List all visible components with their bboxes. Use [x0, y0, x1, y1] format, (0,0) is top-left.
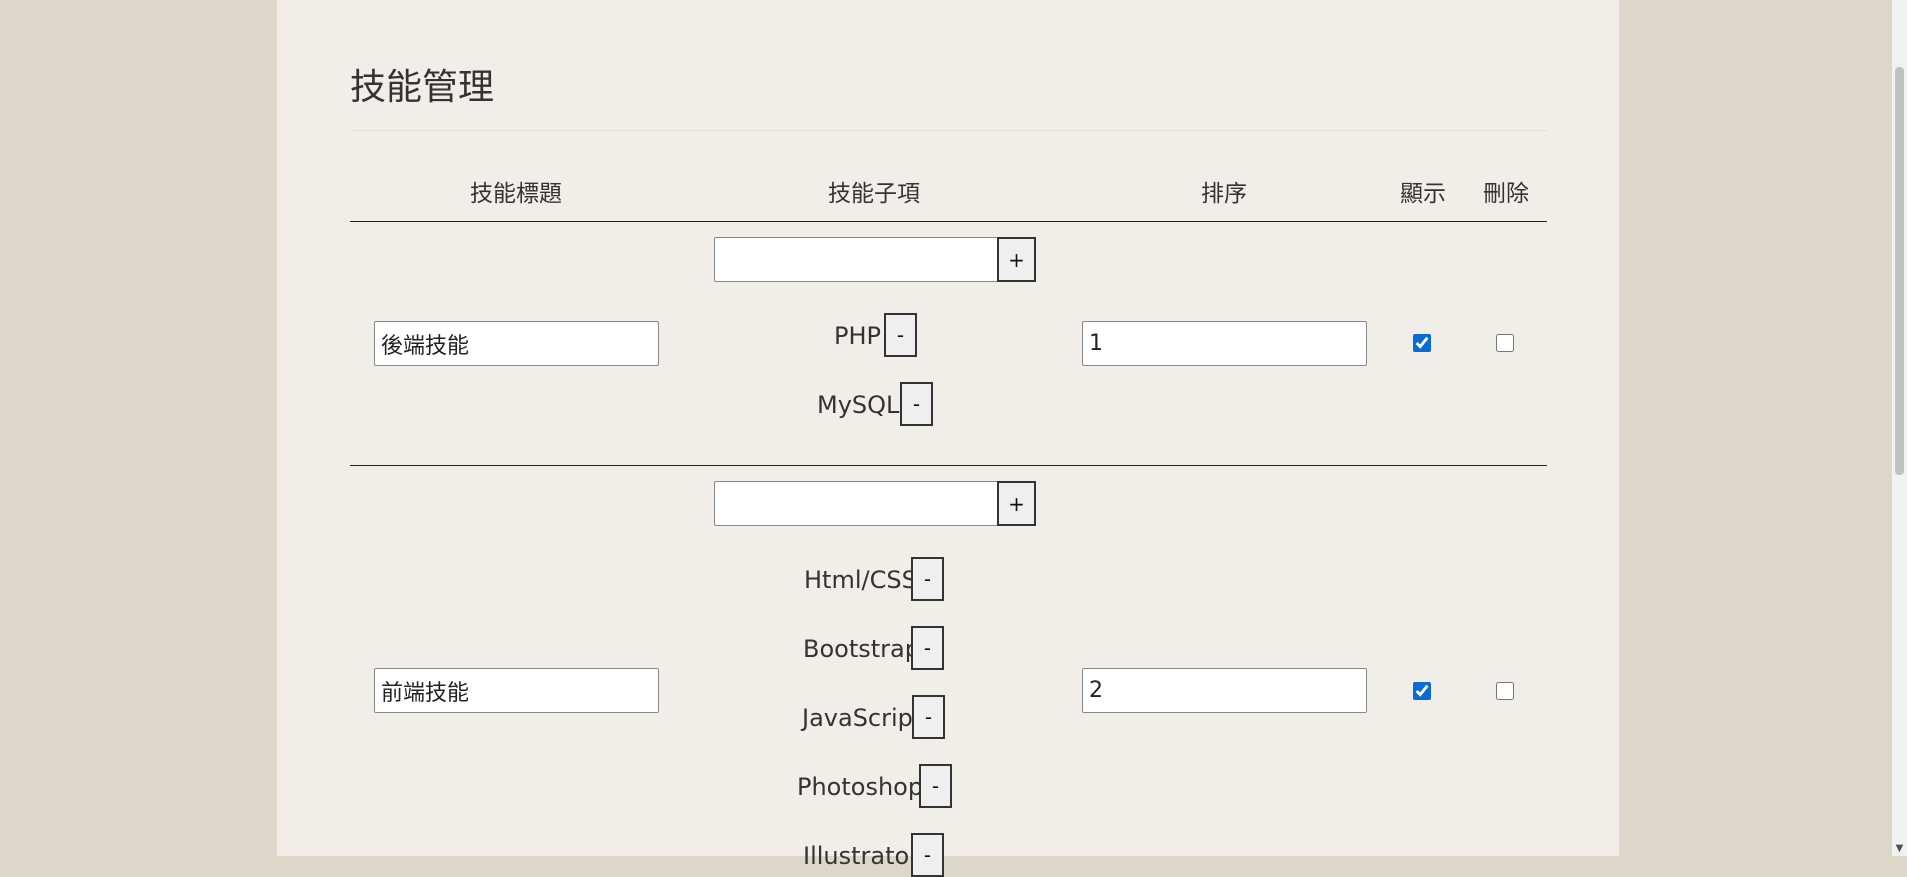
remove-item-button[interactable]: -: [911, 557, 944, 601]
remove-item-button[interactable]: -: [919, 764, 952, 808]
vertical-scrollbar[interactable]: ▼: [1892, 0, 1907, 856]
skill-item-label: Html/CSS: [804, 566, 917, 594]
header-delete: 刪除: [1483, 181, 1529, 207]
scrollbar-thumb[interactable]: [1895, 67, 1904, 475]
header-show: 顯示: [1400, 181, 1446, 207]
title-divider: [350, 130, 1547, 131]
remove-item-button[interactable]: -: [911, 626, 944, 670]
skill-item-label: MySQL: [817, 391, 900, 419]
skill-item-label: JavaScript: [802, 704, 923, 732]
header-divider: [350, 221, 1547, 222]
skill-item-label: PHP: [834, 322, 881, 350]
skill-management-panel: 技能管理 技能標題 技能子項 排序 顯示 刪除 + PHP - MySQL - …: [277, 0, 1619, 877]
skill-item-label: Photoshop: [797, 773, 924, 801]
delete-checkbox[interactable]: [1496, 682, 1514, 700]
show-checkbox[interactable]: [1413, 682, 1431, 700]
add-item-button[interactable]: +: [997, 237, 1036, 282]
order-input[interactable]: [1082, 321, 1367, 366]
row-divider: [350, 465, 1547, 466]
header-skill-items: 技能子項: [828, 181, 920, 207]
chevron-down-icon[interactable]: ▼: [1894, 844, 1905, 854]
remove-item-button[interactable]: -: [912, 695, 945, 739]
header-order: 排序: [1201, 181, 1247, 207]
add-item-button[interactable]: +: [997, 481, 1036, 526]
skill-item-label: Bootstrap: [803, 635, 920, 663]
page-title: 技能管理: [350, 67, 495, 108]
remove-item-button[interactable]: -: [911, 833, 944, 877]
skill-item-label: Illustrator: [803, 842, 920, 870]
skill-title-input[interactable]: [374, 321, 659, 366]
delete-checkbox[interactable]: [1496, 334, 1514, 352]
add-item-input[interactable]: [714, 481, 999, 526]
skill-title-input[interactable]: [374, 668, 659, 713]
remove-item-button[interactable]: -: [900, 382, 933, 426]
show-checkbox[interactable]: [1413, 334, 1431, 352]
remove-item-button[interactable]: -: [884, 313, 917, 357]
order-input[interactable]: [1082, 668, 1367, 713]
header-skill-title: 技能標題: [470, 181, 562, 207]
add-item-input[interactable]: [714, 237, 999, 282]
